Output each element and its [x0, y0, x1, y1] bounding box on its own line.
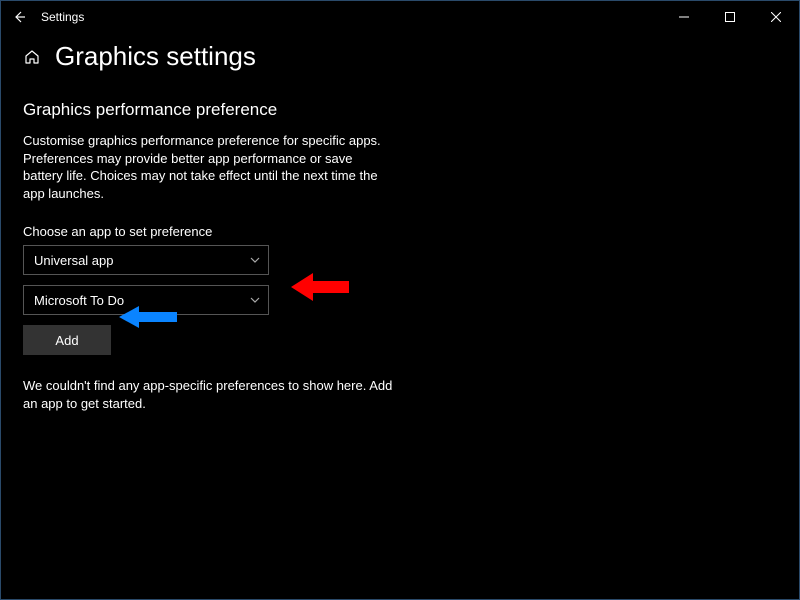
minimize-button[interactable] [661, 1, 707, 33]
section-heading: Graphics performance preference [23, 100, 777, 120]
app-select-dropdown[interactable]: Microsoft To Do [23, 285, 269, 315]
window-controls [661, 1, 799, 33]
chevron-down-icon [250, 255, 260, 266]
page-title: Graphics settings [55, 41, 256, 72]
maximize-button[interactable] [707, 1, 753, 33]
app-type-value: Universal app [34, 253, 114, 268]
empty-state-message: We couldn't find any app-specific prefer… [23, 377, 393, 412]
chevron-down-icon [250, 295, 260, 306]
maximize-icon [725, 12, 735, 22]
add-button[interactable]: Add [23, 325, 111, 355]
minimize-icon [679, 12, 689, 22]
home-icon [23, 48, 41, 66]
add-button-label: Add [55, 333, 78, 348]
app-title: Settings [41, 10, 84, 24]
close-button[interactable] [753, 1, 799, 33]
app-select-value: Microsoft To Do [34, 293, 124, 308]
arrow-left-icon [12, 10, 26, 24]
section-description: Customise graphics performance preferenc… [23, 132, 393, 202]
titlebar: Settings [1, 1, 799, 33]
titlebar-left: Settings [7, 5, 84, 29]
content-area: Graphics settings Graphics performance p… [1, 33, 799, 412]
back-button[interactable] [7, 5, 31, 29]
page-header: Graphics settings [23, 41, 777, 72]
choose-app-label: Choose an app to set preference [23, 224, 777, 239]
app-type-dropdown[interactable]: Universal app [23, 245, 269, 275]
home-button[interactable] [23, 48, 41, 66]
close-icon [771, 12, 781, 22]
